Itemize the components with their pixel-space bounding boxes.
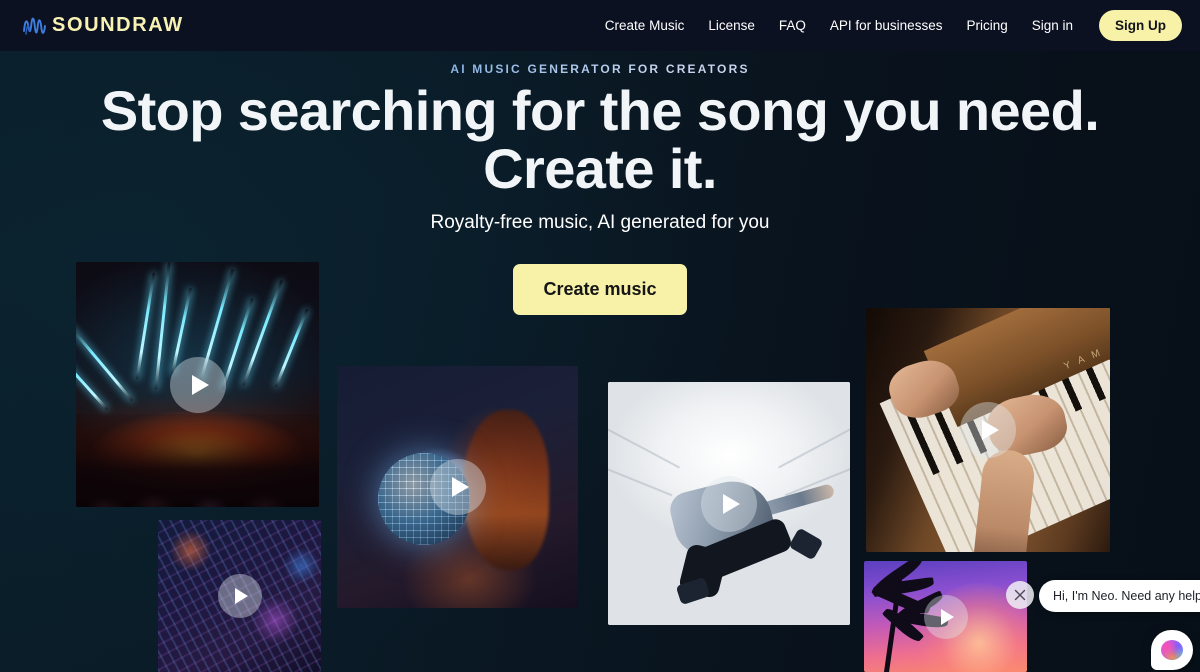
- logo-text: SOUNDRAW: [52, 14, 184, 36]
- tile-disco[interactable]: [337, 366, 578, 608]
- headline-line-2: Create it.: [483, 137, 717, 201]
- tile-city[interactable]: [158, 520, 321, 672]
- nav-pricing[interactable]: Pricing: [966, 18, 1007, 33]
- tile-sunset[interactable]: [864, 561, 1027, 672]
- chat-message-bubble[interactable]: Hi, I'm Neo. Need any help?: [1039, 580, 1200, 612]
- logo[interactable]: SOUNDRAW: [22, 14, 184, 38]
- nav-faq[interactable]: FAQ: [779, 18, 806, 33]
- nav-sign-in[interactable]: Sign in: [1032, 18, 1073, 33]
- nav-license[interactable]: License: [708, 18, 755, 33]
- dancer-shoe-shape: [788, 527, 824, 561]
- neo-brain-avatar-icon: [1161, 640, 1183, 660]
- tile-dance[interactable]: [608, 382, 850, 625]
- hero-cta-wrap: Create music: [0, 264, 1200, 315]
- play-icon[interactable]: [923, 594, 968, 639]
- play-icon[interactable]: [169, 356, 226, 413]
- primary-nav: Create Music License FAQ API for busines…: [605, 10, 1182, 41]
- chat-avatar-button[interactable]: [1151, 630, 1193, 670]
- play-icon[interactable]: [429, 459, 486, 515]
- page-title: Stop searching for the song you need. Cr…: [0, 79, 1200, 201]
- chat-close-button[interactable]: [1006, 581, 1034, 609]
- create-music-button[interactable]: Create music: [513, 264, 687, 315]
- hero-subhead: Royalty-free music, AI generated for you: [430, 212, 770, 233]
- play-icon[interactable]: [960, 402, 1016, 458]
- crowd-silhouette: [76, 413, 319, 507]
- site-header: SOUNDRAW Create Music License FAQ API fo…: [0, 0, 1200, 51]
- waveform-icon: [23, 17, 46, 35]
- nav-api-for-businesses[interactable]: API for businesses: [830, 18, 943, 33]
- headline-line-1: Stop searching for the song you need.: [100, 79, 1100, 142]
- close-icon: [1014, 589, 1026, 601]
- play-icon[interactable]: [701, 475, 757, 532]
- tile-piano[interactable]: Y A M: [866, 308, 1110, 552]
- page-root: SOUNDRAW Create Music License FAQ API fo…: [0, 0, 1200, 672]
- hero-eyebrow: AI MUSIC GENERATOR FOR CREATORS: [0, 62, 1200, 76]
- play-icon[interactable]: [217, 574, 262, 618]
- nav-create-music[interactable]: Create Music: [605, 18, 685, 33]
- sign-up-button[interactable]: Sign Up: [1099, 10, 1182, 41]
